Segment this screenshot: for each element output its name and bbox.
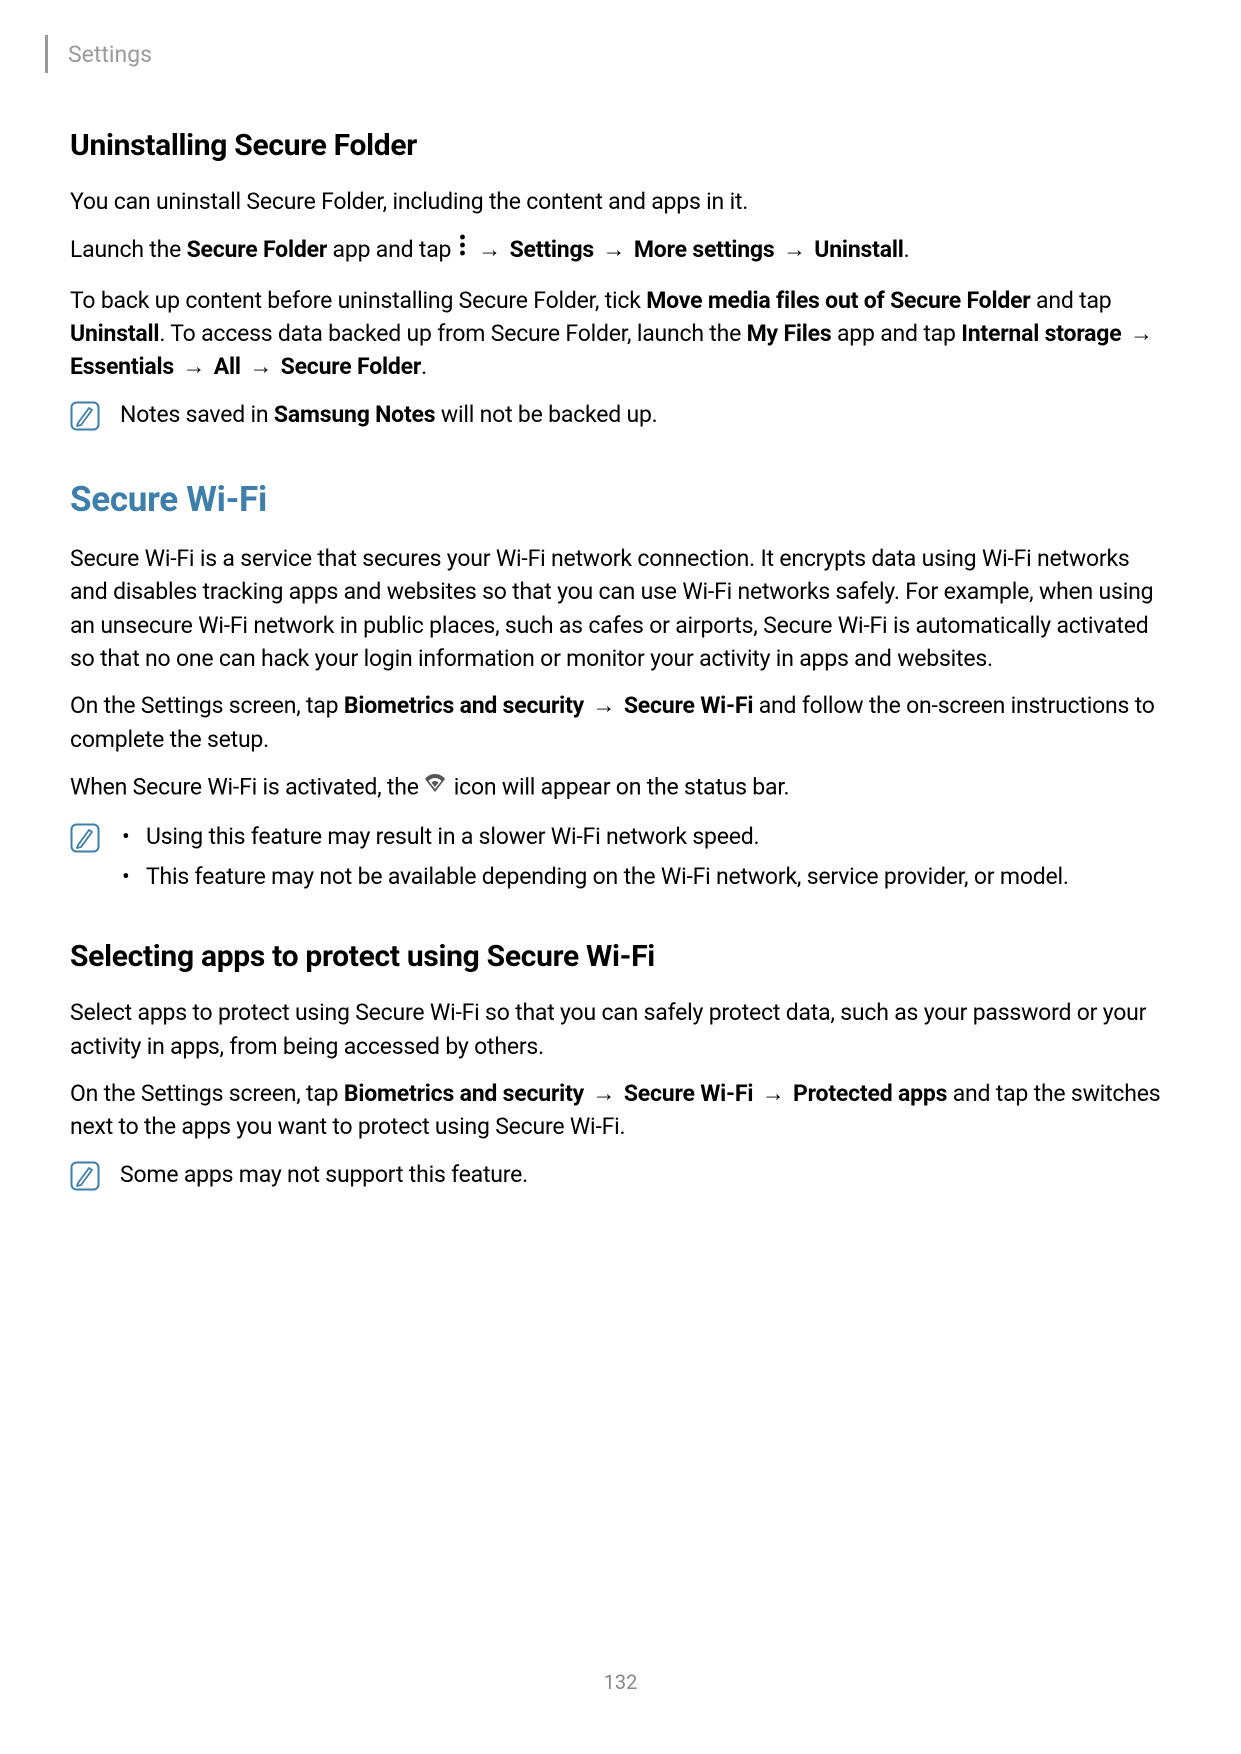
text-bold: All [214, 353, 241, 380]
secure-wifi-p3: When Secure Wi-Fi is activated, the icon… [70, 770, 1171, 806]
text-bold: Secure Folder [281, 353, 421, 380]
text: icon will appear on the status bar. [448, 773, 789, 800]
arrow: → [174, 353, 214, 380]
text-bold: Move media files out of Secure Folder [646, 287, 1030, 314]
note-block: Using this feature may result in a slowe… [70, 820, 1171, 899]
note-block: Some apps may not support this feature. [70, 1158, 1171, 1191]
note-list: Using this feature may result in a slowe… [120, 820, 1171, 899]
uninstall-p2: Launch the Secure Folder app and tap → S… [70, 232, 1171, 269]
secure-wifi-p2: On the Settings screen, tap Biometrics a… [70, 689, 1171, 756]
text: Launch the [70, 236, 187, 263]
arrow: → [241, 353, 281, 380]
arrow: → [774, 236, 814, 263]
header-title: Settings [68, 41, 152, 68]
text: and tap [1031, 287, 1112, 314]
selecting-p1: Select apps to protect using Secure Wi-F… [70, 996, 1171, 1063]
secure-wifi-heading: Secure Wi-Fi [70, 479, 1171, 520]
text: will not be backed up. [435, 401, 657, 428]
list-item: This feature may not be available depend… [120, 860, 1171, 893]
text: Notes saved in [120, 401, 274, 428]
note-text: Some apps may not support this feature. [120, 1158, 1171, 1191]
arrow: → [584, 692, 624, 719]
text: . [421, 353, 427, 380]
arrow: → [753, 1080, 793, 1107]
text-bold: Samsung Notes [274, 401, 435, 428]
selecting-heading: Selecting apps to protect using Secure W… [70, 939, 1171, 974]
arrow: → [470, 236, 510, 263]
secure-wifi-status-icon [424, 770, 446, 803]
uninstall-p3: To back up content before uninstalling S… [70, 284, 1171, 384]
text: . [904, 236, 910, 263]
note-text: Notes saved in Samsung Notes will not be… [120, 398, 1171, 431]
text: app and tap [327, 236, 457, 263]
text-bold: More settings [634, 236, 775, 263]
page-number: 132 [0, 1670, 1241, 1694]
text-bold: Uninstall [814, 236, 903, 263]
note-block: Notes saved in Samsung Notes will not be… [70, 398, 1171, 431]
text-bold: Uninstall [70, 320, 159, 347]
note-icon [70, 401, 100, 431]
text-bold: Settings [510, 236, 594, 263]
more-options-icon [459, 232, 466, 265]
header-divider [45, 35, 48, 73]
arrow: → [1121, 320, 1155, 347]
selecting-p2: On the Settings screen, tap Biometrics a… [70, 1077, 1171, 1144]
list-item: Using this feature may result in a slowe… [120, 820, 1171, 853]
text-bold: Internal storage [961, 320, 1121, 347]
text-bold: Secure Folder [187, 236, 327, 263]
text: When Secure Wi-Fi is activated, the [70, 773, 424, 800]
page-header: Settings [70, 35, 1171, 73]
arrow: → [584, 1080, 624, 1107]
uninstall-heading: Uninstalling Secure Folder [70, 128, 1171, 163]
note-icon [70, 1161, 100, 1191]
text-bold: Secure Wi-Fi [624, 692, 753, 719]
uninstall-p1: You can uninstall Secure Folder, includi… [70, 185, 1171, 218]
text: On the Settings screen, tap [70, 692, 344, 719]
text-bold: Essentials [70, 353, 174, 380]
text: On the Settings screen, tap [70, 1080, 344, 1107]
text-bold: Secure Wi-Fi [624, 1080, 753, 1107]
text-bold: My Files [747, 320, 832, 347]
text-bold: Biometrics and security [344, 692, 584, 719]
note-icon [70, 823, 100, 853]
text: To back up content before uninstalling S… [70, 287, 646, 314]
text-bold: Protected apps [793, 1080, 947, 1107]
text: . To access data backed up from Secure F… [159, 320, 746, 347]
secure-wifi-p1: Secure Wi-Fi is a service that secures y… [70, 542, 1171, 675]
arrow: → [594, 236, 634, 263]
text: app and tap [831, 320, 961, 347]
text-bold: Biometrics and security [344, 1080, 584, 1107]
